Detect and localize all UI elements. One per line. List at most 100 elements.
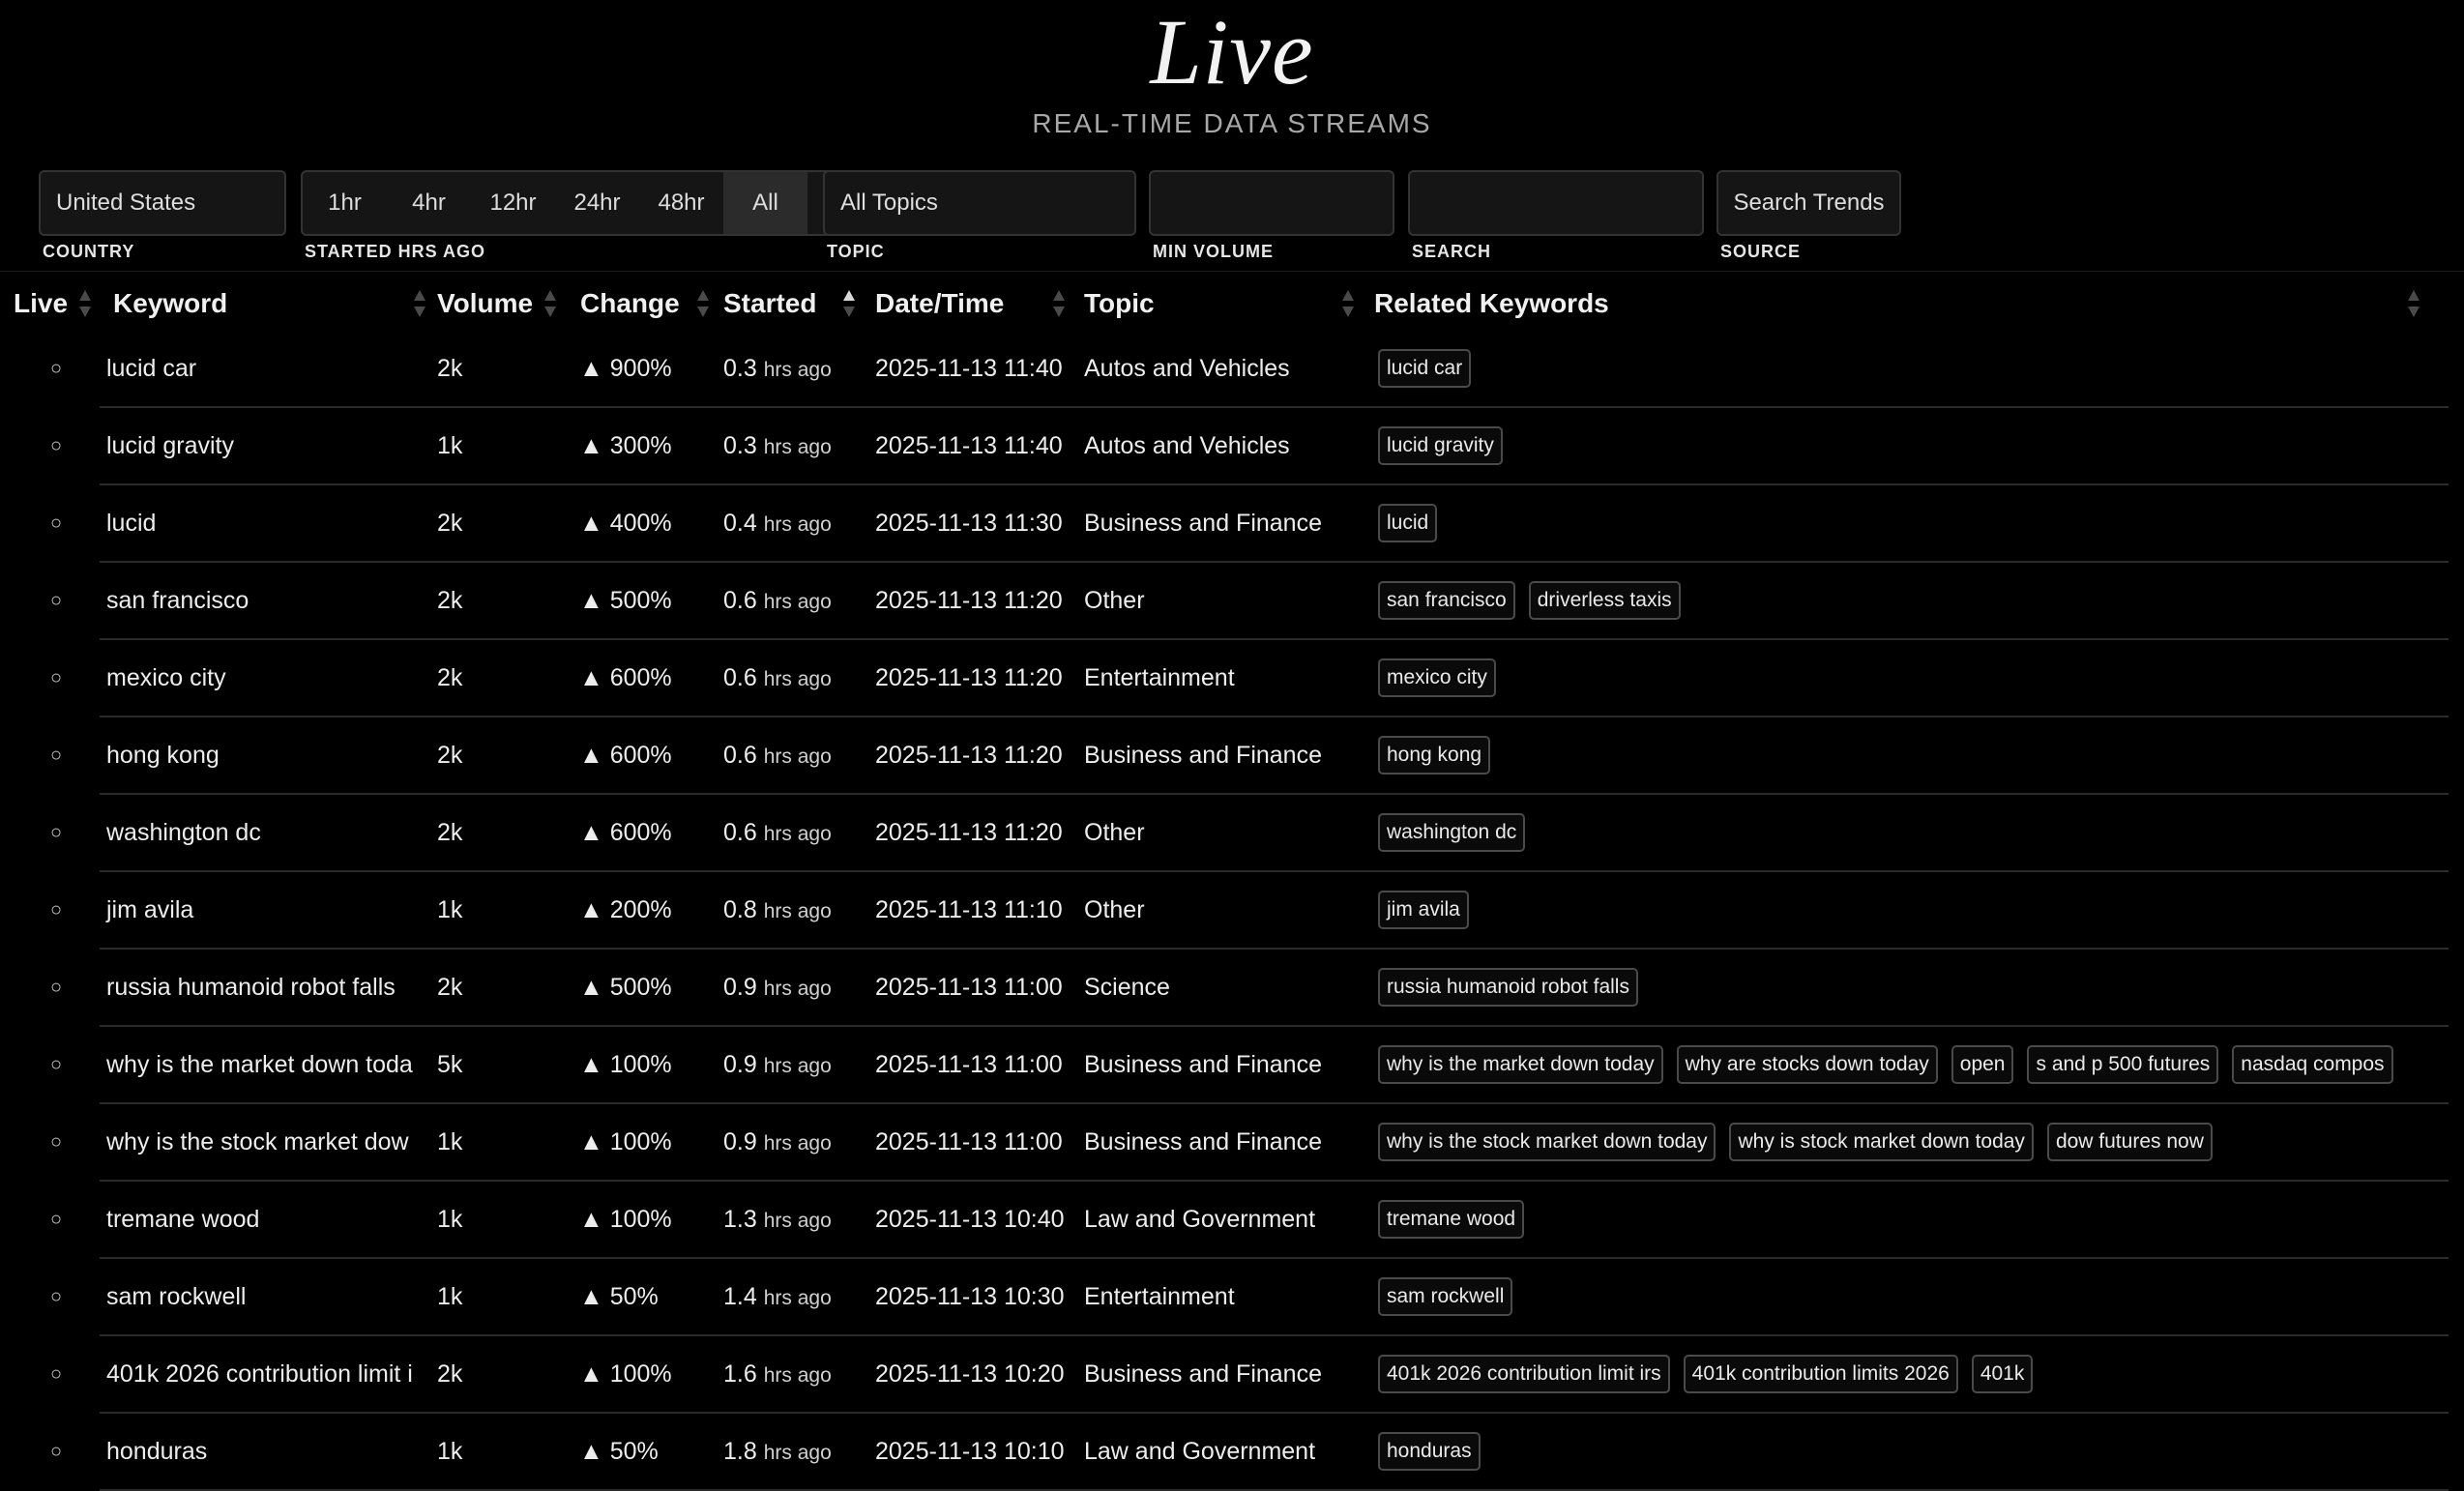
column-header-started[interactable]: Started [723,277,875,331]
related-keyword-chip[interactable]: tremane wood [1378,1200,1525,1239]
column-header-keyword[interactable]: Keyword [100,277,437,331]
live-indicator-icon[interactable]: ○ [0,1258,100,1335]
live-indicator-icon[interactable]: ○ [0,871,100,949]
table-row[interactable]: ○ lucid car 2k ▲ 900% 0.3 hrs ago 2025-11-13 … [0,331,2449,408]
column-header-volume[interactable]: Volume [437,277,579,331]
related-keyword-chip[interactable]: driverless taxis [1528,581,1681,620]
started-option[interactable]: 12hr [471,172,555,234]
related-keyword-chip[interactable]: lucid gravity [1378,426,1503,465]
related-keyword-chip[interactable]: jim avila [1378,891,1469,929]
live-indicator-icon[interactable]: ○ [0,562,100,639]
related-keyword-chip[interactable]: why are stocks down today [1676,1045,1938,1084]
datetime-cell: 2025-11-13 10:40 [875,1181,1084,1259]
column-header-topic[interactable]: Topic [1084,277,1374,331]
live-indicator-icon[interactable]: ○ [0,1413,100,1490]
keyword-cell[interactable]: mexico city [100,639,437,717]
related-keyword-chip[interactable]: washington dc [1378,813,1526,852]
table-row[interactable]: ○ tremane wood 1k ▲ 100% 1.3 hrs ago 2025-11-… [0,1181,2449,1259]
sort-icon[interactable] [1053,290,1065,317]
sort-icon[interactable] [544,290,556,317]
sort-icon[interactable] [697,290,709,317]
sort-icon[interactable] [79,290,91,317]
live-indicator-icon[interactable]: ○ [0,1026,100,1103]
table-row[interactable]: ○ 401k 2026 contribution limit i 2k ▲ 100% 1… [0,1335,2449,1414]
live-indicator-icon[interactable]: ○ [0,407,100,484]
topic-select[interactable]: All Topics [823,170,1136,236]
keyword-cell[interactable]: sam rockwell [100,1258,437,1336]
keyword-cell[interactable]: lucid gravity [100,407,437,485]
keyword-cell[interactable]: washington dc [100,794,437,872]
keyword-cell[interactable]: russia humanoid robot falls [100,949,437,1027]
related-keywords-list: 401k 2026 contribution limit irs 401k con… [1374,1355,2449,1393]
country-select[interactable]: United States [39,170,286,236]
started-option[interactable]: All [723,172,807,234]
related-keyword-chip[interactable]: dow futures now [2046,1123,2213,1161]
sort-icon[interactable] [1342,290,1354,317]
topic-cell: Business and Finance [1084,1103,1374,1182]
table-row[interactable]: ○ why is the market down toda 5k ▲ 100% 0.9 … [0,1026,2449,1104]
related-keyword-chip[interactable]: lucid car [1378,349,1472,388]
started-option[interactable]: 1hr [303,172,387,234]
live-indicator-icon[interactable]: ○ [0,1103,100,1181]
keyword-cell[interactable]: hong kong [100,716,437,795]
live-indicator-icon[interactable]: ○ [0,1181,100,1258]
live-indicator-icon[interactable]: ○ [0,716,100,794]
keyword-cell[interactable]: why is the stock market dow [100,1103,437,1182]
live-indicator-icon[interactable]: ○ [0,949,100,1026]
started-option[interactable]: 24hr [555,172,639,234]
table-row[interactable]: ○ san francisco 2k ▲ 500% 0.6 hrs ago 2025-11… [0,562,2449,640]
related-keyword-chip[interactable]: sam rockwell [1378,1277,1513,1316]
related-keyword-chip[interactable]: mexico city [1378,658,1496,697]
related-keyword-chip[interactable]: hong kong [1378,736,1491,775]
related-keyword-chip[interactable]: open [1951,1045,2014,1084]
related-keyword-chip[interactable]: nasdaq compos [2232,1045,2393,1084]
column-header-datetime[interactable]: Date/Time [875,277,1084,331]
keyword-cell[interactable]: lucid car [100,331,437,408]
live-indicator-icon[interactable]: ○ [0,331,100,407]
table-row[interactable]: ○ why is the stock market dow 1k ▲ 100% 0.9 … [0,1103,2449,1182]
related-keyword-chip[interactable]: s and p 500 futures [2027,1045,2219,1084]
live-indicator-icon[interactable]: ○ [0,1335,100,1413]
table-row[interactable]: ○ lucid gravity 1k ▲ 300% 0.3 hrs ago 2025-11… [0,407,2449,485]
search-trends-button[interactable]: Search Trends [1716,170,1901,236]
column-header-change[interactable]: Change [579,277,723,331]
search-input[interactable] [1408,170,1704,236]
live-indicator-icon[interactable]: ○ [0,484,100,562]
related-keyword-chip[interactable]: 401k 2026 contribution limit irs [1378,1355,1670,1393]
keyword-cell[interactable]: 401k 2026 contribution limit i [100,1335,437,1414]
started-option[interactable]: 48hr [639,172,723,234]
sort-ascending-icon[interactable] [843,290,855,317]
table-row[interactable]: ○ sam rockwell 1k ▲ 50% 1.4 hrs ago 2025-11-1… [0,1258,2449,1336]
sort-icon[interactable] [414,290,425,317]
related-keyword-chip[interactable]: 401k [1971,1355,2034,1393]
keyword-cell[interactable]: san francisco [100,562,437,640]
keyword-cell[interactable]: why is the market down toda [100,1026,437,1104]
table-row[interactable]: ○ jim avila 1k ▲ 200% 0.8 hrs ago 2025-11-13 … [0,871,2449,950]
live-indicator-icon[interactable]: ○ [0,794,100,871]
related-keyword-chip[interactable]: why is the stock market down today [1378,1123,1716,1161]
column-header-live[interactable]: Live [0,277,100,331]
table-row[interactable]: ○ washington dc 2k ▲ 600% 0.6 hrs ago 2025-11… [0,794,2449,872]
table-row[interactable]: ○ lucid 2k ▲ 400% 0.4 hrs ago 2025-11-13 11:3… [0,484,2449,563]
table-row[interactable]: ○ russia humanoid robot falls 2k ▲ 500% 0.9 … [0,949,2449,1027]
table-row[interactable]: ○ hong kong 2k ▲ 600% 0.6 hrs ago 2025-11-13 … [0,716,2449,795]
keyword-cell[interactable]: lucid [100,484,437,563]
related-keyword-chip[interactable]: why is the market down today [1378,1045,1663,1084]
keyword-cell[interactable]: jim avila [100,871,437,950]
keyword-cell[interactable]: honduras [100,1413,437,1491]
related-keyword-chip[interactable]: why is stock market down today [1729,1123,2034,1161]
related-keyword-chip[interactable]: 401k contribution limits 2026 [1683,1355,1958,1393]
sort-icon[interactable] [2408,290,2420,317]
related-keyword-chip[interactable]: russia humanoid robot falls [1378,968,1638,1007]
related-keyword-chip[interactable]: honduras [1378,1432,1481,1471]
live-indicator-icon[interactable]: ○ [0,639,100,716]
related-keyword-chip[interactable]: lucid [1378,504,1438,542]
table-row[interactable]: ○ mexico city 2k ▲ 600% 0.6 hrs ago 2025-11-1… [0,639,2449,717]
related-keyword-chip[interactable]: san francisco [1378,581,1515,620]
change-cell: ▲ 100% [579,1181,723,1259]
started-option[interactable]: 4hr [387,172,471,234]
table-row[interactable]: ○ honduras 1k ▲ 50% 1.8 hrs ago 2025-11-13 10… [0,1413,2449,1491]
column-header-related[interactable]: Related Keywords [1374,277,2449,331]
keyword-cell[interactable]: tremane wood [100,1181,437,1259]
min-volume-input[interactable] [1149,170,1394,236]
